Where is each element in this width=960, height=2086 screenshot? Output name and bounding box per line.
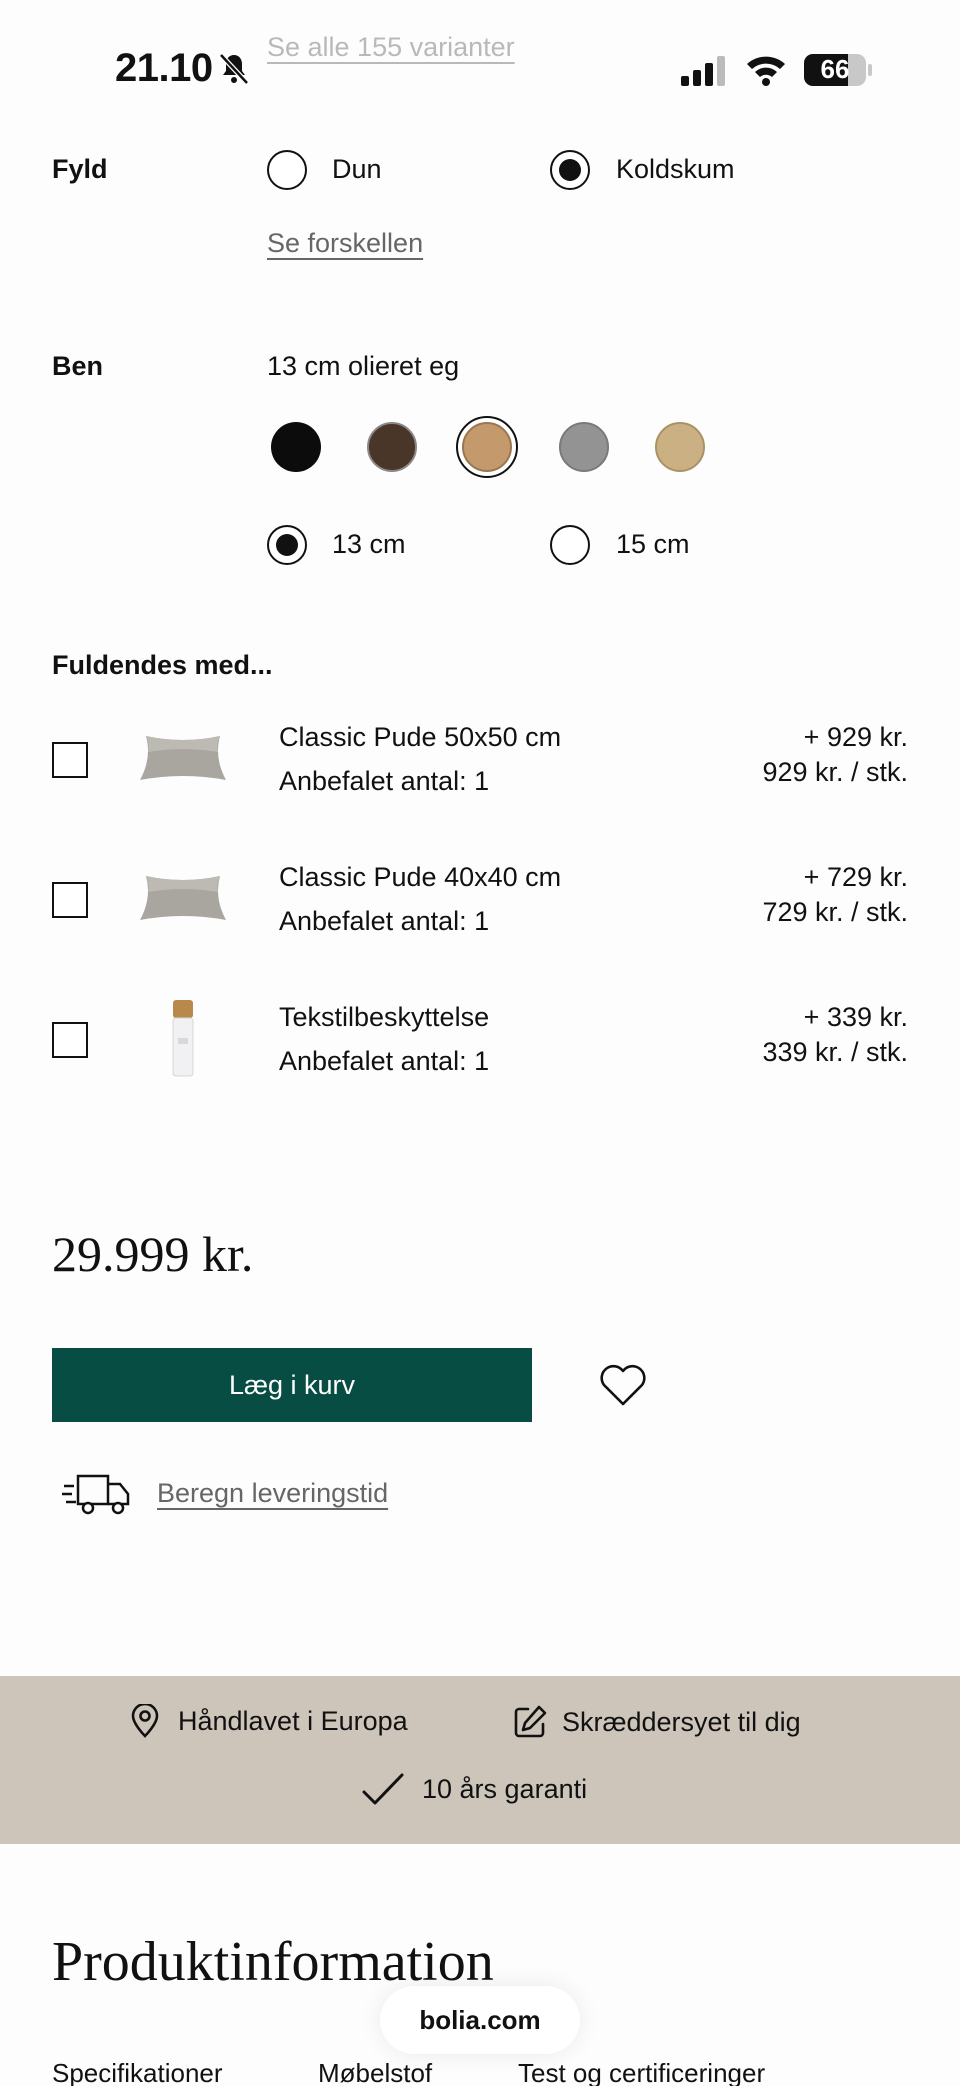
tab-fabric[interactable]: Møbelstof (318, 2058, 432, 2086)
leg-swatch-light-oak[interactable] (655, 422, 705, 472)
spray-bottle-product-image (172, 1000, 194, 1077)
fill-option-dun-radio[interactable] (267, 150, 307, 190)
addon-unit-price: 339 kr. / stk. (762, 1037, 908, 1067)
add-to-cart-button[interactable]: Læg i kurv (52, 1348, 532, 1422)
usp-tailored: Skræddersyet til dig (512, 1704, 801, 1740)
leg-swatch-grey[interactable] (559, 422, 609, 472)
addon-price: + 729 kr. (803, 862, 908, 892)
wifi-icon (747, 56, 785, 86)
legs-label: Ben (52, 351, 104, 381)
delivery-time-link[interactable]: Beregn leveringstid (157, 1478, 388, 1509)
truck-icon (62, 1474, 130, 1515)
addon-name: Classic Pude 40x40 cm (279, 862, 562, 892)
pillow-product-image (140, 736, 226, 780)
tab-tests-certifications[interactable]: Test og certificeringer (518, 2058, 765, 2086)
legs-selected-finish: 13 cm olieret eg (267, 351, 460, 381)
cellular-signal-icon (681, 56, 725, 86)
leg-height-15-radio[interactable] (550, 525, 590, 565)
leg-height-13-label[interactable]: 13 cm (332, 529, 406, 560)
leg-swatch-dark-wood[interactable] (367, 422, 417, 472)
fill-label: Fyld (52, 154, 108, 184)
addon-unit-price: 929 kr. / stk. (762, 757, 908, 787)
usp-handmade-text: Håndlavet i Europa (178, 1705, 408, 1736)
checkmark-icon (362, 1773, 404, 1805)
edit-icon (514, 1705, 547, 1738)
addon-checkbox-pillow-50[interactable] (52, 742, 88, 778)
fill-option-dun-label[interactable]: Dun (332, 154, 382, 185)
addon-unit-price: 729 kr. / stk. (762, 897, 908, 927)
usp-warranty: 10 års garanti (362, 1772, 587, 1806)
leg-swatch-black[interactable] (271, 422, 321, 472)
addon-name: Tekstilbeskyttelse (279, 1002, 490, 1032)
leg-height-13-radio[interactable] (267, 525, 307, 565)
addon-recommended: Anbefalet antal: 1 (279, 1046, 490, 1076)
product-information-title: Produktinformation (52, 1931, 494, 1993)
status-time: 21.10 (115, 46, 213, 90)
addon-recommended: Anbefalet antal: 1 (279, 906, 490, 936)
addons-heading: Fuldendes med... (52, 650, 273, 680)
browser-address-pill[interactable]: bolia.com (380, 1986, 580, 2054)
heart-icon[interactable] (598, 1362, 648, 1408)
addon-recommended: Anbefalet antal: 1 (279, 766, 490, 796)
tab-specifications[interactable]: Specifikationer (52, 2058, 223, 2086)
addon-price: + 929 kr. (803, 722, 908, 752)
fill-option-koldskum-label[interactable]: Koldskum (616, 154, 735, 185)
leg-swatch-oiled-oak[interactable] (456, 416, 518, 478)
addon-checkbox-pillow-40[interactable] (52, 882, 88, 918)
usp-warranty-text: 10 års garanti (422, 1773, 588, 1804)
battery-indicator: 66 (803, 53, 873, 87)
pillow-product-image (140, 876, 226, 920)
compare-fill-link[interactable]: Se forskellen (267, 228, 423, 259)
usp-band: Håndlavet i Europa Skræddersyet til dig … (0, 1676, 960, 1844)
addon-checkbox-textile-protection[interactable] (52, 1022, 88, 1058)
addon-name: Classic Pude 50x50 cm (279, 722, 562, 752)
battery-level: 66 (820, 54, 850, 84)
usp-handmade: Håndlavet i Europa (130, 1704, 408, 1738)
product-price: 29.999 kr. (52, 1226, 254, 1282)
addon-price: + 339 kr. (803, 1002, 908, 1032)
bell-muted-icon (219, 53, 249, 85)
location-pin-icon (131, 1704, 159, 1738)
leg-height-15-label[interactable]: 15 cm (616, 529, 690, 560)
usp-tailored-text: Skræddersyet til dig (562, 1706, 801, 1737)
all-variants-link[interactable]: Se alle 155 varianter (267, 32, 515, 63)
fill-option-koldskum-radio[interactable] (550, 150, 590, 190)
